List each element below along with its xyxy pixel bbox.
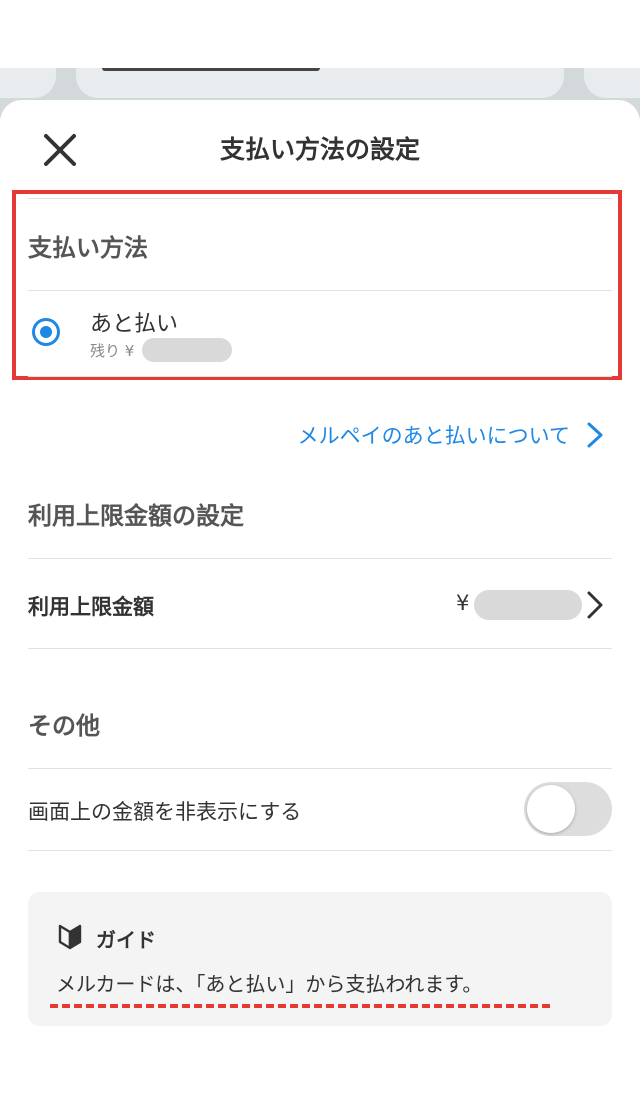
remaining-amount-label: 残り ¥ <box>90 342 135 360</box>
masked-remaining-amount <box>142 338 232 362</box>
divider <box>28 850 612 851</box>
divider <box>28 648 612 649</box>
limit-section-title: 利用上限金額の設定 <box>28 502 244 530</box>
about-atobarai-link[interactable]: メルペイのあと払いについて <box>298 420 570 450</box>
other-section-title: その他 <box>28 712 100 740</box>
status-area <box>0 0 640 68</box>
radio-selected-icon[interactable] <box>32 318 60 346</box>
payment-method-section-title: 支払い方法 <box>28 234 148 262</box>
payment-option-label: あと払い <box>90 312 179 337</box>
hide-amount-toggle[interactable] <box>524 782 612 836</box>
chevron-right-icon[interactable] <box>584 588 606 622</box>
guide-title: ガイド <box>96 928 156 952</box>
divider <box>28 558 612 559</box>
background-card-right <box>584 68 640 98</box>
chevron-right-icon[interactable] <box>584 420 606 450</box>
divider <box>28 768 612 769</box>
toggle-knob <box>527 785 575 833</box>
masked-limit-amount <box>474 590 582 620</box>
sheet-header: 支払い方法の設定 <box>0 100 640 200</box>
radio-dot <box>40 326 52 338</box>
guide-box: ガイド メルカードは、「あと払い」から支払われます。 <box>28 892 612 1026</box>
guide-text: メルカードは、「あと払い」から支払われます。 <box>56 972 483 996</box>
beginner-mark-icon <box>58 924 82 950</box>
payment-settings-sheet: 支払い方法の設定 支払い方法 あと払い 残り ¥ メルペイのあと払いについて 利… <box>0 100 640 1104</box>
divider <box>28 376 612 377</box>
usage-limit-label: 利用上限金額 <box>28 595 154 619</box>
background-handle <box>102 68 320 71</box>
currency-symbol: ¥ <box>456 591 470 615</box>
sheet-title: 支払い方法の設定 <box>219 135 420 164</box>
divider <box>28 290 612 291</box>
highlight-underline <box>50 1004 550 1008</box>
hide-amount-label: 画面上の金額を非表示にする <box>28 800 302 824</box>
background-card-center <box>76 68 564 98</box>
